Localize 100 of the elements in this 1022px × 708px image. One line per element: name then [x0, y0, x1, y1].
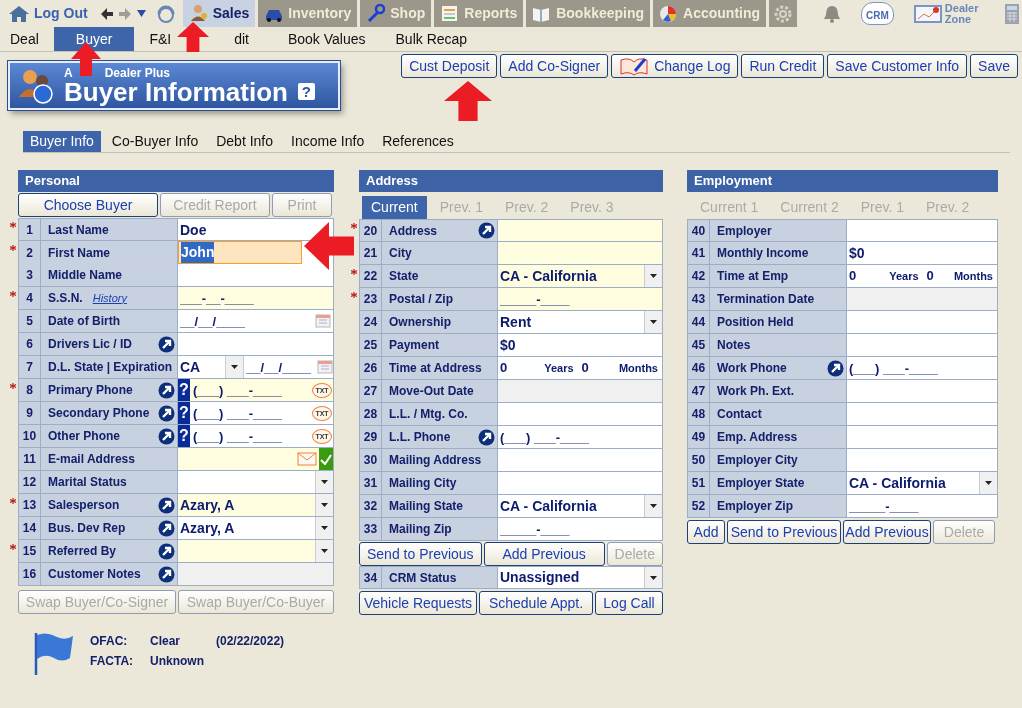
link-icon[interactable]: [158, 427, 175, 445]
field-label: Work Phone: [717, 360, 787, 377]
input-field[interactable]: CA __/__/____: [178, 356, 334, 379]
dropdown[interactable]: CA - California: [847, 472, 997, 494]
input-field[interactable]: (___) ___-____: [190, 402, 312, 424]
chart-icon: [913, 3, 942, 24]
row-number: 13: [18, 494, 41, 517]
panel-button[interactable]: Send to Previous: [359, 542, 482, 566]
input-field[interactable]: __/__/____: [178, 310, 334, 333]
row-number: 27: [359, 380, 382, 403]
row-number: 51: [687, 472, 710, 495]
duration-field[interactable]: 0 Years 0 Months: [498, 357, 662, 379]
nav-tab[interactable]: Bulk Recap: [380, 27, 483, 51]
forward-arrow-icon: [118, 7, 131, 20]
module-tab[interactable]: Sales: [182, 0, 256, 27]
panel-button[interactable]: Schedule Appt.: [479, 591, 593, 615]
dropdown[interactable]: CA - California: [498, 495, 662, 517]
field-label: Marital Status: [48, 474, 127, 491]
settings-button[interactable]: [769, 0, 798, 27]
action-button[interactable]: Add Co-Signer: [500, 54, 609, 78]
nav-tab[interactable]: F&I: [134, 27, 187, 51]
panel-button[interactable]: Add Previous: [483, 542, 605, 566]
panel-header: Employment: [687, 170, 998, 192]
section-tab[interactable]: Buyer Info: [23, 131, 101, 152]
section-tab[interactable]: Income Info: [284, 131, 372, 152]
nav-tab[interactable]: dit: [234, 27, 249, 51]
link-icon[interactable]: [478, 428, 495, 446]
dropdown[interactable]: Unassigned: [498, 567, 662, 588]
row-number: 15: [18, 540, 41, 563]
input-field[interactable]: John: [178, 241, 302, 264]
dropdown[interactable]: Azary, A: [178, 494, 333, 516]
logout-link[interactable]: Log Out: [4, 0, 92, 27]
crm-button[interactable]: CRM: [858, 0, 897, 27]
row-number: 42: [687, 265, 710, 288]
field-label: Address: [389, 222, 438, 240]
verify-button[interactable]: ?: [178, 402, 190, 424]
calendar-icon[interactable]: [315, 314, 331, 328]
nav-tab[interactable]: Buyer: [53, 27, 135, 51]
verify-button[interactable]: ?: [178, 379, 190, 401]
caret-icon: [321, 480, 328, 484]
link-icon[interactable]: [158, 381, 175, 399]
report-icon: [440, 4, 460, 23]
link-icon[interactable]: [158, 404, 175, 422]
input-field[interactable]: ___-__-____: [178, 287, 333, 309]
verify-button[interactable]: ?: [178, 425, 190, 447]
action-button[interactable]: Save Customer Info: [827, 54, 968, 78]
dropdown[interactable]: CA: [178, 356, 244, 378]
action-button[interactable]: Change Log: [611, 54, 739, 78]
link-icon[interactable]: [158, 496, 175, 514]
status-value: Unknown: [150, 653, 204, 670]
history-link[interactable]: History: [92, 289, 127, 307]
dropdown[interactable]: Azary, A: [178, 517, 333, 539]
help-button[interactable]: ?: [297, 83, 315, 100]
panel-button[interactable]: Add Previous: [843, 520, 931, 544]
section-tab[interactable]: Co-Buyer Info: [104, 131, 206, 152]
settings-icon: [774, 4, 793, 23]
input-field[interactable]: __/__/____: [178, 310, 315, 332]
panel-tab[interactable]: Current: [362, 196, 427, 219]
panel-button[interactable]: Choose Buyer: [18, 193, 158, 217]
row-number: 25: [359, 334, 382, 357]
input-field[interactable]: [178, 448, 334, 471]
action-button[interactable]: Run Credit: [741, 54, 825, 78]
dropdown[interactable]: Rent: [498, 311, 662, 333]
status-value: Clear: [150, 633, 182, 650]
panel-button[interactable]: Send to Previous: [727, 520, 841, 544]
panel-button[interactable]: Add: [687, 520, 725, 544]
field-label: Payment: [389, 337, 440, 354]
field-label: Middle Name: [48, 267, 122, 284]
link-icon[interactable]: [158, 519, 175, 537]
action-button[interactable]: Save: [970, 54, 1018, 78]
section-tab[interactable]: References: [375, 131, 461, 152]
link-icon[interactable]: [158, 542, 175, 560]
action-button[interactable]: Cust Deposit: [401, 54, 498, 78]
field-label: Drivers Lic / ID: [48, 336, 133, 353]
row-number: 23: [359, 288, 382, 311]
link-icon[interactable]: [158, 335, 175, 353]
link-icon[interactable]: [827, 359, 844, 377]
panel-button[interactable]: Vehicle Requests: [359, 591, 477, 615]
link-icon[interactable]: [478, 222, 495, 239]
duration-field[interactable]: 0 Years 0 Months: [847, 265, 997, 287]
row-number: 30: [359, 449, 382, 472]
field-label: Notes: [717, 337, 751, 354]
input-field[interactable]: [498, 242, 662, 264]
field-label: D.L. State | Expiration: [48, 359, 173, 376]
input-field[interactable]: __/__/____: [244, 356, 317, 378]
nav-tab[interactable]: Deal: [0, 27, 54, 51]
field-label: Time at Address: [389, 360, 482, 377]
panel-button[interactable]: Log Call: [595, 591, 663, 615]
input-field[interactable]: [498, 220, 662, 241]
calendar-icon[interactable]: [317, 360, 333, 374]
field-label: First Name: [48, 244, 111, 262]
input-field[interactable]: (___) ___-____: [190, 379, 312, 401]
nav-tab[interactable]: Book Values: [272, 27, 381, 51]
input-field[interactable]: (___) ___-____: [190, 425, 312, 447]
envelope-icon[interactable]: [297, 452, 318, 466]
section-tab[interactable]: Debt Info: [209, 131, 281, 152]
input-field[interactable]: _____-____: [498, 288, 662, 310]
field-label: Employer City: [717, 452, 798, 469]
row-number: 24: [359, 311, 382, 334]
dropdown[interactable]: CA - California: [498, 265, 662, 287]
